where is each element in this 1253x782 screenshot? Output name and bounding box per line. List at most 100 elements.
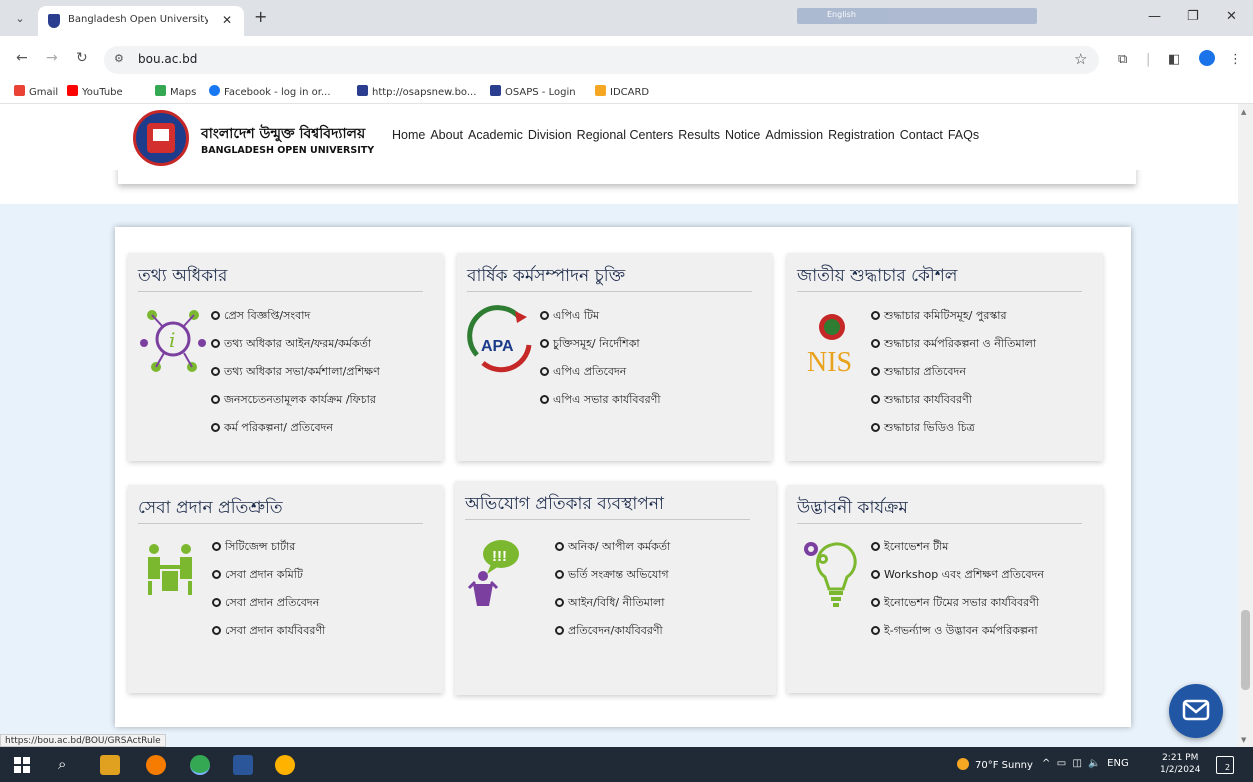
- tab-close-icon[interactable]: ✕: [222, 13, 232, 27]
- back-icon[interactable]: ←: [16, 50, 28, 66]
- list-item[interactable]: Workshop এবং প্রশিক্ষণ প্রতিবেদন: [871, 567, 1044, 583]
- list-item[interactable]: ই-গভর্ন্যান্স ও উদ্ভাবন কর্মপরিকল্পনা: [871, 623, 1044, 639]
- chrome-icon[interactable]: [190, 755, 210, 775]
- bookmark-maps[interactable]: Maps: [155, 85, 196, 98]
- list-item[interactable]: শুদ্ধাচার কার্যবিবরণী: [871, 392, 1036, 408]
- list-item[interactable]: সেবা প্রদান কার্যবিবরণী: [212, 623, 325, 639]
- list-item[interactable]: শুদ্ধাচার কর্মপরিকল্পনা ও নীতিমালা: [871, 336, 1036, 352]
- circle-bullet-icon: [212, 570, 221, 579]
- side-panel-icon[interactable]: ◧: [1168, 52, 1180, 67]
- list-item[interactable]: শুদ্ধাচার ভিডিও চিত্র: [871, 420, 1036, 436]
- list-item[interactable]: শুদ্ধাচার কমিটিসমূহ/ পুরস্কার: [871, 308, 1036, 324]
- nav-faqs[interactable]: FAQs: [948, 128, 979, 142]
- list-item[interactable]: সেবা প্রদান কমিটি: [212, 567, 325, 583]
- list-item[interactable]: প্রেস বিজ্ঞপ্তি/সংবাদ: [211, 308, 380, 324]
- nav-division[interactable]: Division: [528, 128, 572, 142]
- app-icon[interactable]: [275, 755, 295, 775]
- bookmark-idcard[interactable]: IDCARD: [595, 85, 649, 98]
- windows-start-icon[interactable]: [12, 755, 32, 775]
- clock[interactable]: 2:21 PM 1/2/2024: [1160, 752, 1200, 776]
- university-logo[interactable]: [133, 110, 189, 166]
- nav-about[interactable]: About: [430, 128, 463, 142]
- nav-results[interactable]: Results: [678, 128, 720, 142]
- list-item[interactable]: সিটিজেন্স চার্টার: [212, 539, 325, 555]
- system-tray[interactable]: ^ ▭ ◫ 🔈 ENG: [1042, 758, 1129, 769]
- list-item[interactable]: কর্ম পরিকল্পনা/ প্রতিবেদন: [211, 420, 380, 436]
- list-item[interactable]: এপিএ প্রতিবেদন: [540, 364, 661, 380]
- list-item[interactable]: ভর্তি সংক্রান্ত অভিযোগ: [555, 567, 670, 583]
- site-header: বাংলাদেশ উন্মুক্ত বিশ্ববিদ্যালয় BANGLAD…: [0, 104, 1238, 170]
- restore-icon[interactable]: ❐: [1187, 9, 1199, 24]
- forward-icon[interactable]: →: [46, 50, 58, 66]
- bookmark-osapsnew[interactable]: http://osapsnew.bo...: [357, 85, 476, 98]
- ime-toolbar[interactable]: English: [797, 8, 1037, 24]
- nav-contact[interactable]: Contact: [900, 128, 943, 142]
- firefox-icon[interactable]: [146, 755, 166, 775]
- main-nav: Home About Academic Division Regional Ce…: [392, 128, 984, 142]
- word-icon[interactable]: [233, 755, 253, 775]
- browser-tab[interactable]: Bangladesh Open University (B… ✕: [38, 6, 244, 36]
- panel-title[interactable]: তথ্য অধিকার: [138, 263, 227, 291]
- logo-emblem: [147, 123, 175, 153]
- vlc-icon[interactable]: [100, 755, 120, 775]
- site-info-icon[interactable]: ⚙: [114, 52, 124, 65]
- panel-title[interactable]: জাতীয় শুদ্ধাচার কৌশল: [797, 263, 957, 291]
- list-item[interactable]: শুদ্ধাচার প্রতিবেদন: [871, 364, 1036, 380]
- circle-bullet-icon: [540, 367, 549, 376]
- notification-icon[interactable]: 2: [1216, 756, 1234, 774]
- close-window-icon[interactable]: ✕: [1226, 9, 1237, 24]
- list-item[interactable]: আইন/বিধি/ নীতিমালা: [555, 595, 670, 611]
- list-item[interactable]: চুক্তিসমূহ/ নির্দেশিকা: [540, 336, 661, 352]
- nav-registration[interactable]: Registration: [828, 128, 895, 142]
- panel-title[interactable]: উদ্ভাবনী কার্যক্রম: [797, 495, 908, 523]
- list-item[interactable]: ইনোভেশন টিমের সভার কার্যবিবরণী: [871, 595, 1044, 611]
- address-bar[interactable]: ⚙ bou.ac.bd ☆: [104, 46, 1099, 74]
- bookmark-osaps-login[interactable]: OSAPS - Login: [490, 85, 576, 98]
- gmail-icon: [14, 85, 25, 96]
- svg-text:i: i: [169, 328, 175, 352]
- url-text[interactable]: bou.ac.bd: [138, 52, 197, 66]
- nav-academic[interactable]: Academic: [468, 128, 523, 142]
- tab-search-icon[interactable]: ⌄: [10, 9, 30, 29]
- weather-widget[interactable]: 70°F Sunny: [957, 758, 1033, 771]
- new-tab-button[interactable]: +: [254, 7, 267, 26]
- panel-title[interactable]: অভিযোগ প্রতিকার ব্যবস্থাপনা: [465, 491, 664, 519]
- bookmark-youtube[interactable]: YouTube: [67, 85, 123, 98]
- bookmark-gmail[interactable]: Gmail: [14, 85, 58, 98]
- list-item[interactable]: জনসচেতনতামূলক কার্যক্রম /ফিচার: [211, 392, 380, 408]
- svg-text:APA: APA: [481, 338, 514, 355]
- list-item[interactable]: অনিক/ আপীল কর্মকর্তা: [555, 539, 670, 555]
- list-item[interactable]: এপিএ সভার কার্যবিবরণী: [540, 392, 661, 408]
- menu-kebab-icon[interactable]: ⋮: [1229, 52, 1242, 67]
- panel-title[interactable]: বার্ষিক কর্মসম্পাদন চুক্তি: [467, 263, 625, 291]
- circle-bullet-icon: [211, 339, 220, 348]
- list-item[interactable]: ইনোভেশন টীম: [871, 539, 1044, 555]
- scroll-thumb[interactable]: [1241, 610, 1250, 690]
- minimize-icon[interactable]: —: [1148, 9, 1161, 24]
- circle-bullet-icon: [871, 598, 880, 607]
- profile-avatar[interactable]: [1199, 50, 1215, 66]
- list-item[interactable]: প্রতিবেদন/কার্যবিবরণী: [555, 623, 670, 639]
- list-item[interactable]: তথ্য অধিকার আইন/ফরম/কর্মকর্তা: [211, 336, 380, 352]
- panel-title[interactable]: সেবা প্রদান প্রতিশ্রুতি: [138, 495, 283, 523]
- list-item[interactable]: সেবা প্রদান প্রতিবেদন: [212, 595, 325, 611]
- bookmark-facebook[interactable]: Facebook - log in or...: [209, 85, 331, 98]
- brand-name-bangla[interactable]: বাংলাদেশ উন্মুক্ত বিশ্ববিদ্যালয়: [201, 122, 365, 146]
- scroll-up-icon[interactable]: ▲: [1241, 108, 1246, 116]
- list-item[interactable]: এপিএ টিম: [540, 308, 661, 324]
- nav-notice[interactable]: Notice: [725, 128, 760, 142]
- tab-title: Bangladesh Open University (B…: [68, 14, 208, 25]
- nav-regional-centers[interactable]: Regional Centers: [577, 128, 674, 142]
- chat-button[interactable]: [1169, 684, 1223, 738]
- nav-home[interactable]: Home: [392, 128, 425, 142]
- search-icon[interactable]: ⌕: [58, 755, 78, 775]
- nav-admission[interactable]: Admission: [765, 128, 823, 142]
- brand-name-english[interactable]: BANGLADESH OPEN UNIVERSITY: [201, 145, 374, 156]
- svg-text:NIS: NIS: [807, 347, 852, 377]
- scroll-down-icon[interactable]: ▼: [1241, 736, 1246, 744]
- reload-icon[interactable]: ↻: [76, 50, 88, 66]
- bookmark-star-icon[interactable]: ☆: [1074, 50, 1087, 68]
- list-item[interactable]: তথ্য অধিকার সভা/কর্মশালা/প্রশিক্ষণ: [211, 364, 380, 380]
- extensions-icon[interactable]: ⧉: [1118, 52, 1127, 67]
- page-scrollbar[interactable]: ▲ ▼: [1238, 104, 1253, 747]
